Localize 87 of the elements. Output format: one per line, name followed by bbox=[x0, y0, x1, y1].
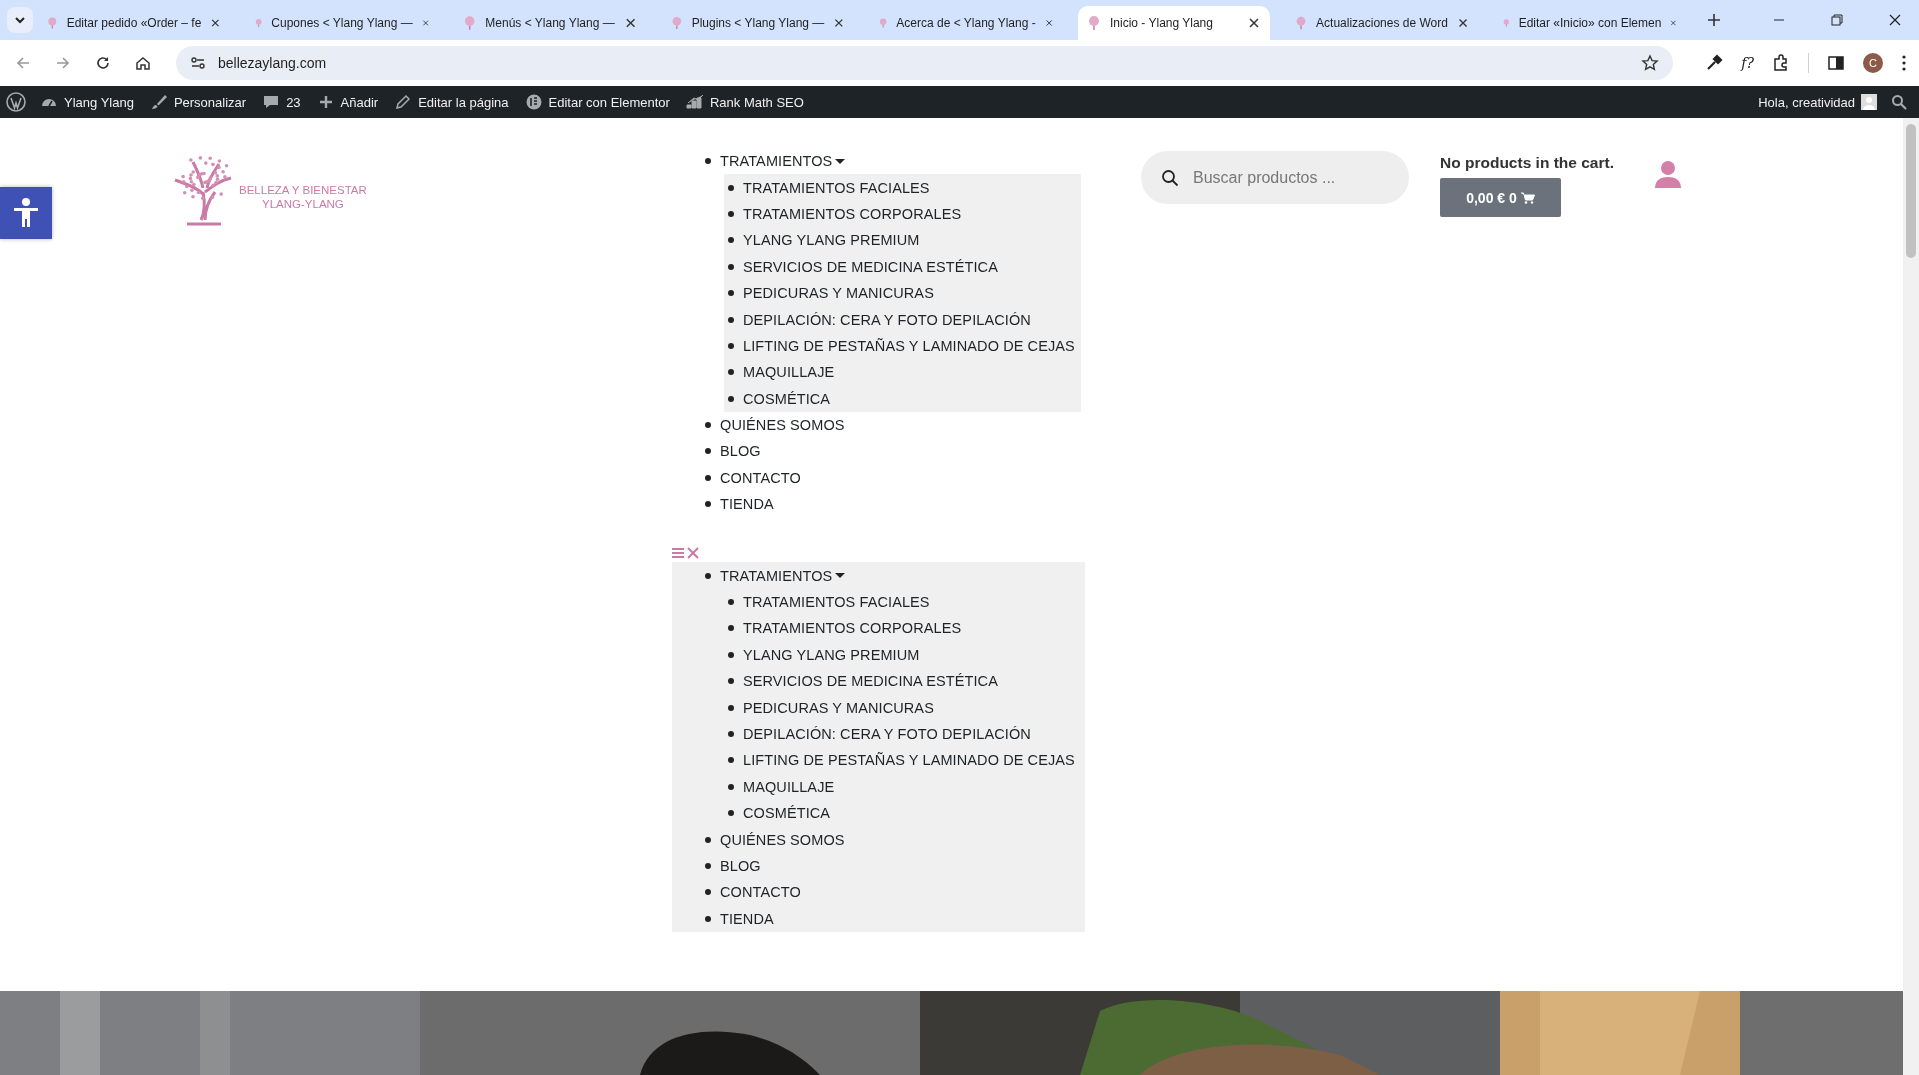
menu-link[interactable]: TRATAMIENTOS bbox=[720, 153, 833, 170]
submenu-link[interactable]: LIFTING DE PESTAÑAS Y LAMINADO DE CEJAS bbox=[743, 752, 1075, 769]
home-icon[interactable] bbox=[134, 54, 152, 72]
submenu-link[interactable]: COSMÉTICA bbox=[743, 805, 831, 822]
accessibility-button[interactable] bbox=[0, 187, 52, 239]
profile-avatar[interactable]: C bbox=[1863, 53, 1883, 73]
tab-title: Inicio - Ylang Ylang bbox=[1110, 16, 1214, 30]
browser-tab[interactable]: Actualizaciones de Word bbox=[1286, 6, 1478, 40]
tab-title: Editar «Inicio» con Elemen bbox=[1518, 16, 1662, 30]
brush-icon bbox=[149, 93, 168, 111]
submenu-link[interactable]: DEPILACIÓN: CERA Y FOTO DEPILACIÓN bbox=[743, 311, 1031, 328]
admin-bar-link[interactable]: Rank Math SEO bbox=[685, 93, 804, 111]
accessibility-icon bbox=[12, 197, 40, 229]
submenu-link[interactable]: PEDICURAS Y MANICURAS bbox=[743, 699, 934, 716]
avatar-icon bbox=[1861, 94, 1877, 110]
menu-link[interactable]: BLOG bbox=[720, 443, 761, 460]
cart-button[interactable]: 0,00 € 0 bbox=[1440, 178, 1561, 217]
tab-title: Actualizaciones de Word bbox=[1316, 16, 1448, 30]
scrollbar-thumb[interactable] bbox=[1906, 124, 1916, 258]
new-tab-icon[interactable] bbox=[1706, 12, 1722, 28]
submenu-link[interactable]: TRATAMIENTOS CORPORALES bbox=[743, 620, 962, 637]
submenu-link[interactable]: MAQUILLAJE bbox=[743, 364, 835, 381]
tab-title: Menús < Ylang Ylang — bbox=[485, 16, 615, 30]
browser-tab[interactable]: Inicio - Ylang Ylang bbox=[1078, 6, 1270, 40]
browser-tab[interactable]: Cupones < Ylang Ylang — bbox=[246, 6, 438, 40]
submenu-link[interactable]: SERVICIOS DE MEDICINA ESTÉTICA bbox=[743, 673, 998, 690]
submenu-link[interactable]: COSMÉTICA bbox=[743, 390, 831, 407]
admin-bar-link[interactable]: 23 bbox=[262, 93, 301, 111]
cart-message: No products in the cart. bbox=[1440, 154, 1614, 172]
browser-tab[interactable]: Editar pedido «Order – fe bbox=[38, 6, 230, 40]
cart-icon bbox=[1520, 191, 1535, 204]
url-text: bellezaylang.com bbox=[218, 55, 327, 71]
browser-tab[interactable]: Acerca de < Ylang Ylang - bbox=[870, 6, 1062, 40]
menu-link[interactable]: CONTACTO bbox=[720, 469, 801, 486]
speech-bubble-icon bbox=[262, 93, 281, 111]
scrollbar[interactable] bbox=[1903, 118, 1919, 1075]
menu-link[interactable]: CONTACTO bbox=[720, 884, 801, 901]
submenu-link[interactable]: YLANG YLANG PREMIUM bbox=[743, 232, 920, 249]
menu-link[interactable]: TRATAMIENTOS bbox=[720, 567, 833, 584]
browser-tab[interactable]: Plugins < Ylang Ylang — bbox=[662, 6, 854, 40]
reload-icon[interactable] bbox=[94, 54, 112, 72]
menu-link[interactable]: QUIÉNES SOMOS bbox=[720, 831, 845, 848]
search-icon[interactable] bbox=[1891, 94, 1907, 110]
elementor-icon bbox=[524, 93, 543, 111]
submenu-link[interactable]: TRATAMIENTOS FACIALES bbox=[743, 179, 930, 196]
pencil-icon bbox=[394, 93, 413, 111]
admin-bar-link[interactable]: Añadir bbox=[316, 93, 379, 111]
admin-account-link[interactable]: Hola, creatividad bbox=[1758, 94, 1877, 110]
restore-icon[interactable] bbox=[1831, 14, 1843, 26]
tab-title: Plugins < Ylang Ylang — bbox=[691, 16, 825, 30]
search-field[interactable]: Buscar productos ... bbox=[1141, 151, 1409, 204]
bar-chart-icon bbox=[685, 93, 704, 111]
submenu-link[interactable]: LIFTING DE PESTAÑAS Y LAMINADO DE CEJAS bbox=[743, 337, 1075, 354]
side-panel-icon[interactable] bbox=[1827, 54, 1845, 72]
admin-bar-link[interactable]: Ylang Ylang bbox=[40, 93, 134, 111]
menu-link[interactable]: TIENDA bbox=[720, 910, 774, 927]
admin-bar-link[interactable]: Editar la página bbox=[394, 93, 509, 111]
caret-icon[interactable] bbox=[835, 158, 846, 164]
browser-tab[interactable]: Editar «Inicio» con Elemen bbox=[1494, 6, 1686, 40]
submenu-link[interactable]: PEDICURAS Y MANICURAS bbox=[743, 285, 934, 302]
submenu-link[interactable]: MAQUILLAJE bbox=[743, 778, 835, 795]
close-icon[interactable] bbox=[1889, 14, 1901, 26]
caret-icon[interactable] bbox=[835, 573, 846, 579]
browser-tab[interactable]: Menús < Ylang Ylang — bbox=[454, 6, 646, 40]
address-bar[interactable]: bellezaylang.com bbox=[176, 46, 1674, 80]
menu-toggle-icon[interactable] bbox=[672, 547, 700, 560]
menu-link[interactable]: TIENDA bbox=[720, 496, 774, 513]
puzzle-icon[interactable] bbox=[1772, 54, 1790, 72]
star-icon[interactable] bbox=[1641, 54, 1660, 72]
tab-title: Cupones < Ylang Ylang — bbox=[271, 16, 413, 30]
wordpress-icon[interactable] bbox=[6, 92, 26, 112]
extension-button[interactable]: f? bbox=[1741, 55, 1754, 71]
submenu-link[interactable]: SERVICIOS DE MEDICINA ESTÉTICA bbox=[743, 258, 998, 275]
submenu-link[interactable]: TRATAMIENTOS CORPORALES bbox=[743, 205, 962, 222]
tab-search-icon[interactable] bbox=[7, 7, 33, 33]
submenu-link[interactable]: TRATAMIENTOS FACIALES bbox=[743, 594, 930, 611]
menu-link[interactable]: BLOG bbox=[720, 857, 761, 874]
user-icon[interactable] bbox=[1654, 160, 1681, 188]
admin-bar-link[interactable]: Personalizar bbox=[149, 93, 247, 111]
site-settings-icon[interactable] bbox=[190, 55, 206, 71]
submenu-link[interactable]: DEPILACIÓN: CERA Y FOTO DEPILACIÓN bbox=[743, 726, 1031, 742]
admin-bar-link[interactable]: Editar con Elementor bbox=[524, 93, 670, 111]
more-icon[interactable] bbox=[1901, 54, 1907, 72]
tab-title: Acerca de < Ylang Ylang - bbox=[896, 16, 1036, 30]
menu-link[interactable]: QUIÉNES SOMOS bbox=[720, 417, 845, 434]
tab-title: Editar pedido «Order – fe bbox=[66, 16, 202, 30]
submenu-link[interactable]: YLANG YLANG PREMIUM bbox=[743, 646, 920, 663]
